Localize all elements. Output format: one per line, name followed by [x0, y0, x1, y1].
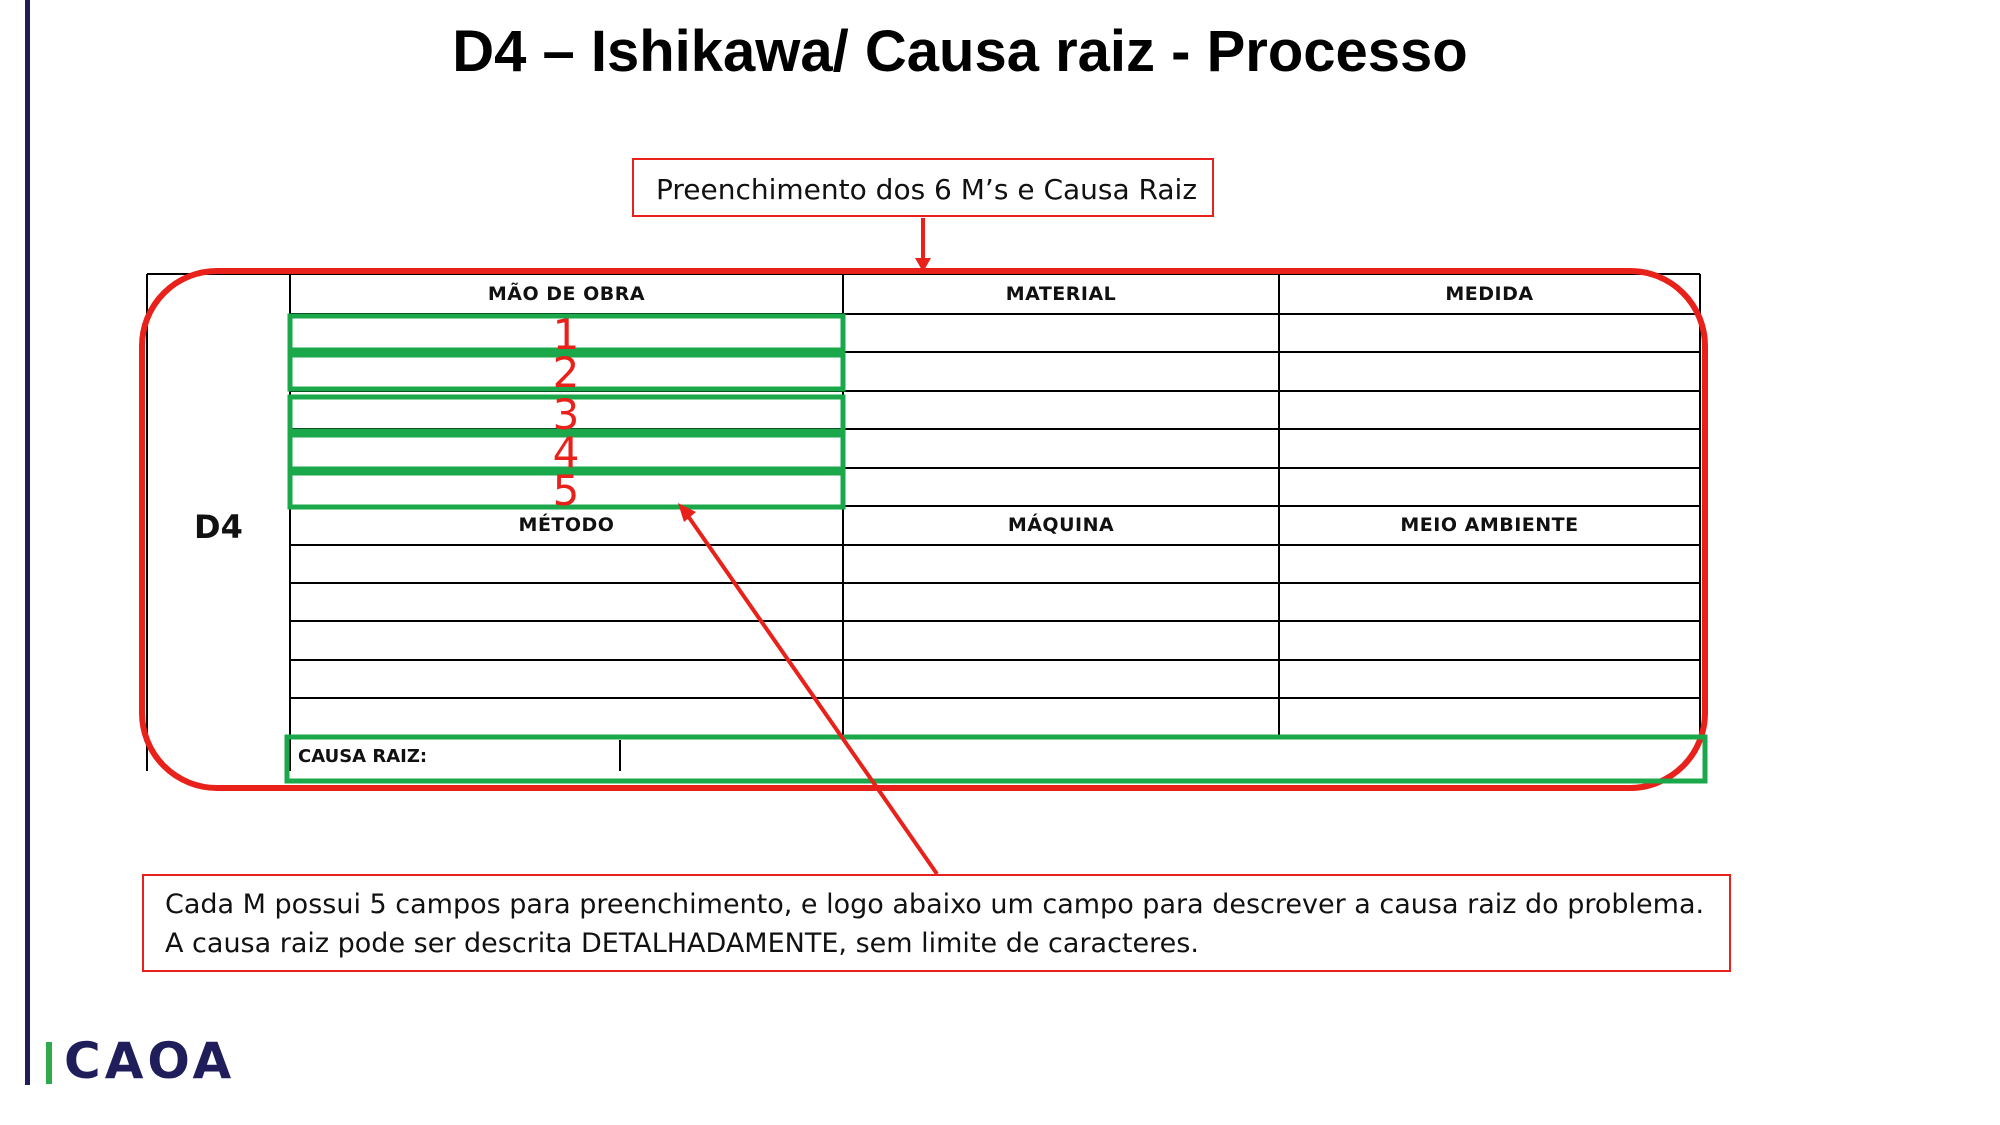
header-metodo: MÉTODO: [518, 514, 615, 536]
logo-bar-icon: [46, 1042, 52, 1084]
callout-explanation: Cada M possui 5 campos para preenchiment…: [142, 874, 1731, 972]
d4-section-label: D4: [194, 508, 243, 546]
header-maquina: MÁQUINA: [1007, 514, 1115, 536]
causa-raiz-label: CAUSA RAIZ:: [298, 746, 428, 767]
header-material: MATERIAL: [1005, 283, 1117, 305]
green-causa-raiz-box: [284, 734, 1708, 784]
header-medida: MEDIDA: [1445, 283, 1534, 305]
header-mao-de-obra: MÃO DE OBRA: [487, 283, 646, 305]
field-number-2: 2: [552, 348, 580, 397]
callout-explanation-line-2: A causa raiz pode ser descrita DETALHADA…: [165, 928, 1199, 959]
arrow-diagonal-shaft: [686, 514, 939, 876]
header-meio-ambiente: MEIO AMBIENTE: [1400, 514, 1579, 536]
caoa-logo: CAOA: [64, 1032, 236, 1090]
field-number-5: 5: [552, 466, 580, 515]
callout-explanation-line-1: Cada M possui 5 campos para preenchiment…: [165, 889, 1705, 920]
